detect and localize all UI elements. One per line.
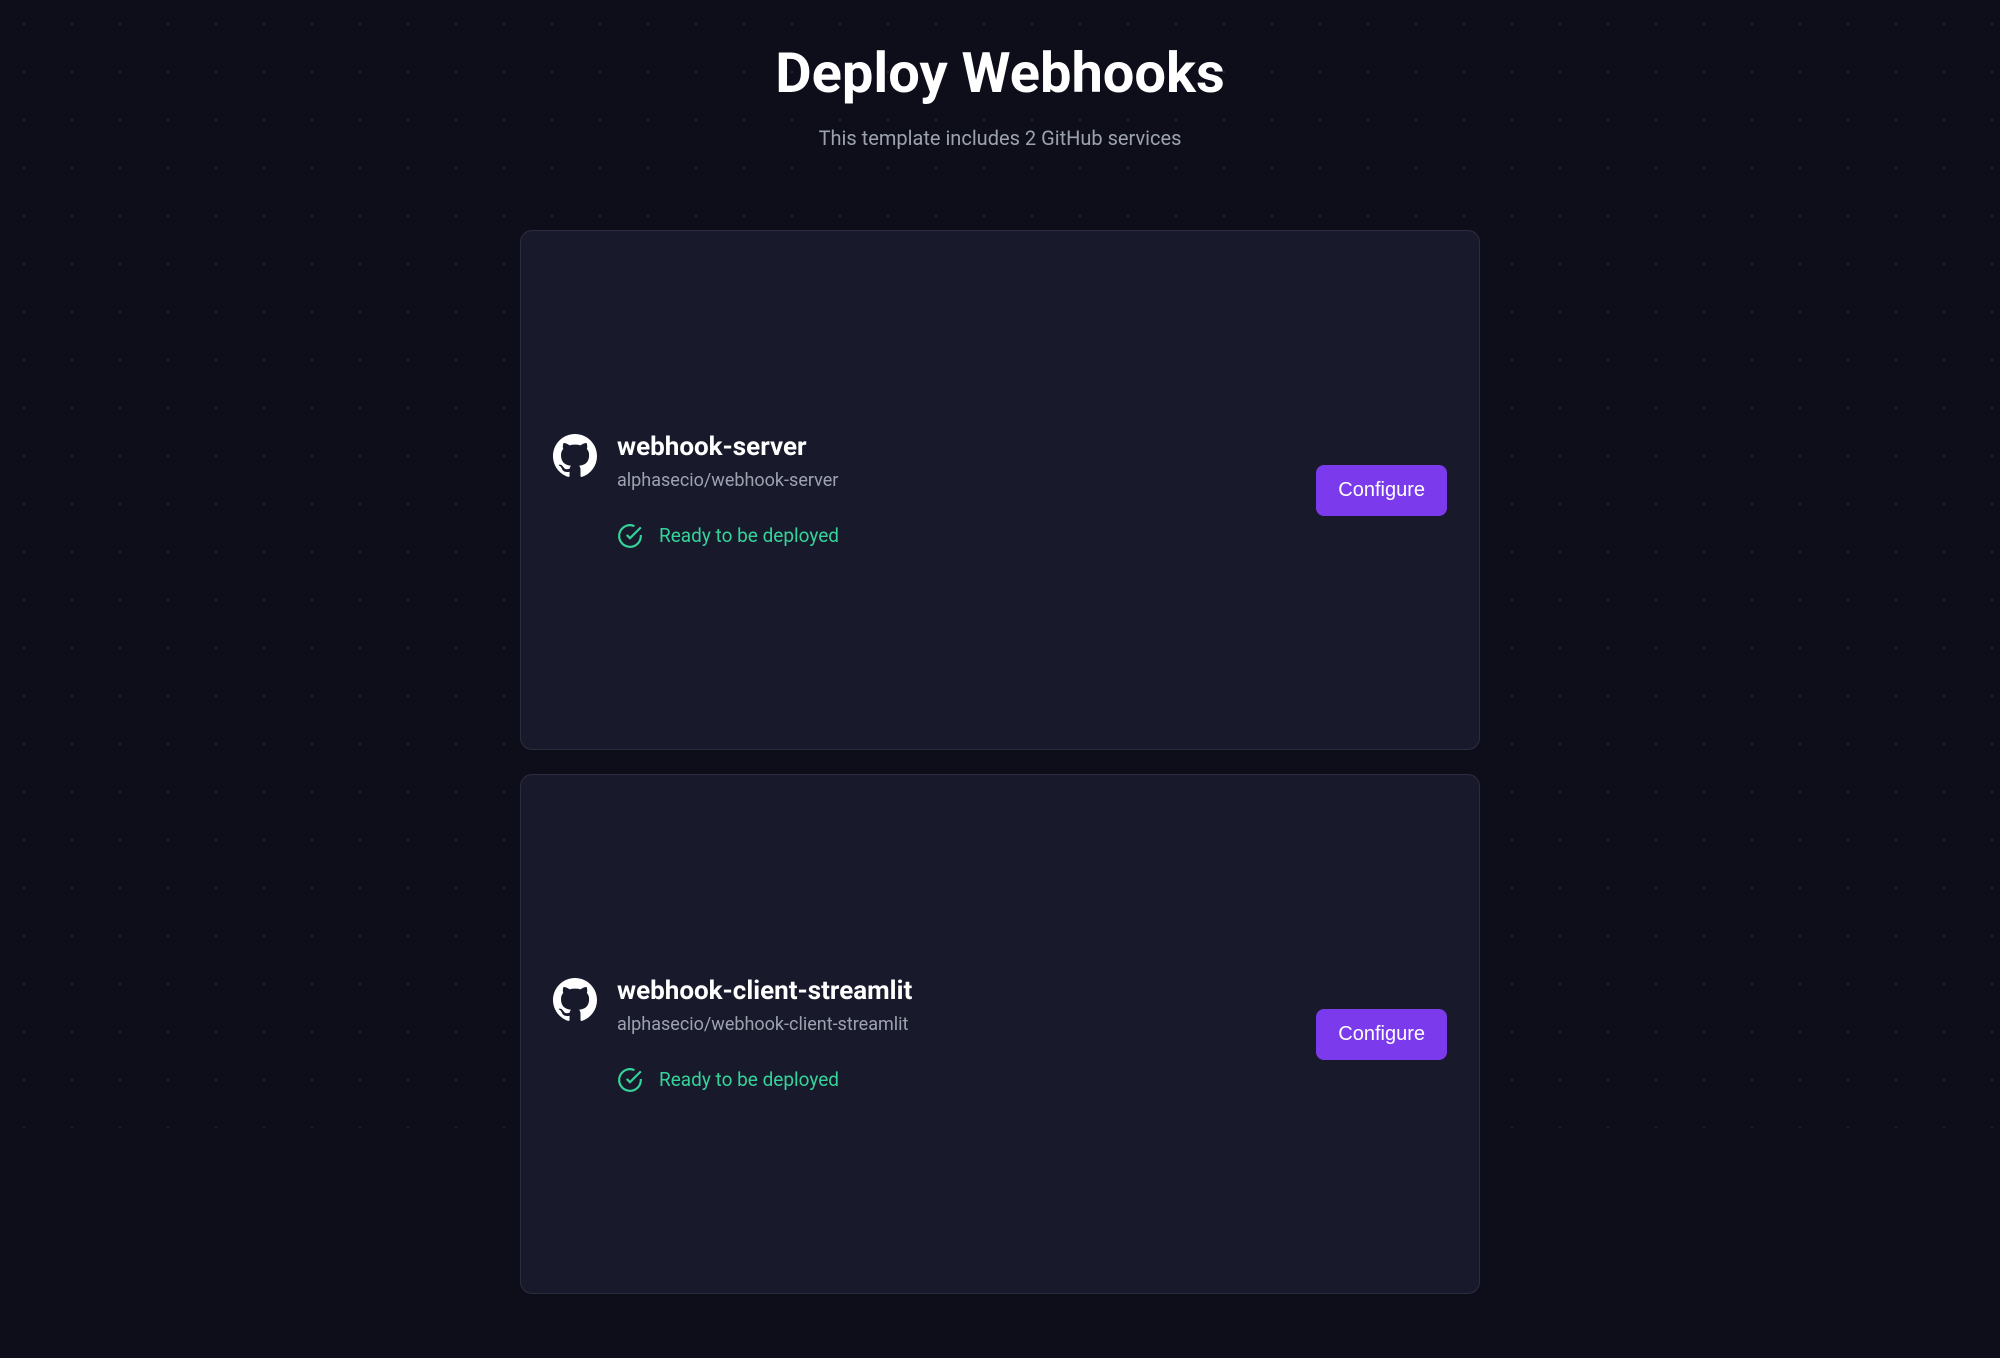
configure-button[interactable]: Configure [1316, 1009, 1447, 1060]
service-repo: alphasecio/webhook-client-streamlit [617, 1014, 912, 1035]
card-left: webhook-client-streamlit alphasecio/webh… [553, 976, 1292, 1093]
service-name: webhook-client-streamlit [617, 976, 912, 1006]
github-icon-wrapper [553, 436, 597, 480]
status-text: Ready to be deployed [659, 524, 839, 547]
service-name: webhook-server [617, 432, 839, 462]
service-card-webhook-client-streamlit: webhook-client-streamlit alphasecio/webh… [520, 774, 1480, 1294]
service-info: webhook-client-streamlit alphasecio/webh… [617, 976, 912, 1093]
github-icon [553, 434, 597, 482]
status-text: Ready to be deployed [659, 1068, 839, 1091]
card-content: webhook-client-streamlit alphasecio/webh… [553, 976, 1447, 1093]
github-icon-wrapper [553, 980, 597, 1024]
configure-button[interactable]: Configure [1316, 465, 1447, 516]
service-info: webhook-server alphasecio/webhook-server… [617, 432, 839, 549]
service-repo: alphasecio/webhook-server [617, 470, 839, 491]
card-left: webhook-server alphasecio/webhook-server… [553, 432, 1292, 549]
page-title: Deploy Webhooks [520, 40, 1480, 106]
card-content: webhook-server alphasecio/webhook-server… [553, 432, 1447, 549]
status-row: Ready to be deployed [617, 523, 839, 549]
check-circle-icon [617, 1067, 643, 1093]
check-circle-icon [617, 523, 643, 549]
service-card-webhook-server: webhook-server alphasecio/webhook-server… [520, 230, 1480, 750]
status-row: Ready to be deployed [617, 1067, 912, 1093]
page-subtitle: This template includes 2 GitHub services [520, 126, 1480, 150]
github-icon [553, 978, 597, 1026]
main-container: Deploy Webhooks This template includes 2… [500, 0, 1500, 1358]
